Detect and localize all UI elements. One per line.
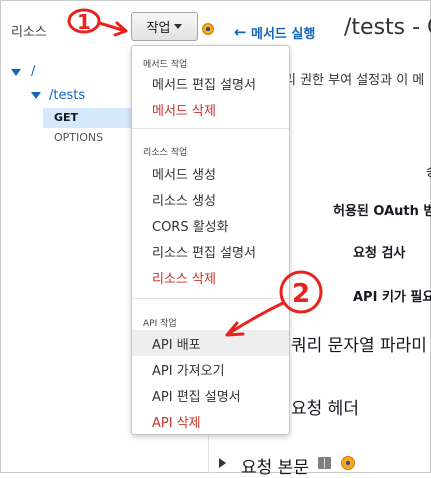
tree-item-tests[interactable]: /tests [49, 88, 85, 103]
annotation-circle-1 [67, 8, 101, 34]
actions-button[interactable]: 작업 [131, 12, 198, 41]
page-title: /tests - G [344, 15, 431, 40]
menu-item-create-resource[interactable]: 리소스 생성 [152, 190, 216, 209]
oauth-scopes-label: 허용된 OAuth 범 [333, 204, 431, 219]
annotation-arrow-1 [97, 21, 127, 33]
authorization-label: 승 [426, 161, 431, 180]
tree-item-root[interactable]: / [31, 64, 35, 79]
request-headers-section[interactable]: 요청 헤더 [291, 394, 359, 419]
help-info-icon[interactable] [202, 23, 214, 35]
menu-header-api: API 작업 [143, 319, 177, 329]
menu-divider [132, 298, 289, 299]
resources-panel-title: 리소스 [11, 25, 47, 40]
chevron-right-icon[interactable] [219, 458, 226, 468]
menu-item-delete-method[interactable]: 메서드 삭제 [152, 100, 216, 119]
menu-item-edit-resource-docs[interactable]: 리소스 편집 설명서 [152, 242, 256, 261]
book-icon [318, 457, 331, 469]
menu-item-delete-api[interactable]: API 삭제 [152, 412, 201, 431]
menu-header-method: 메서드 작업 [143, 60, 188, 70]
tree-item-options[interactable]: OPTIONS [54, 131, 103, 144]
request-validator-label: 요청 검사 [353, 246, 406, 261]
actions-dropdown-menu: 메서드 작업 메서드 편집 설명서 메서드 삭제 리소스 작업 메서드 생성 리… [131, 45, 290, 435]
menu-item-edit-api-docs[interactable]: API 편집 설명서 [152, 386, 241, 405]
menu-header-resource: 리소스 작업 [143, 148, 188, 158]
chevron-down-icon [174, 24, 183, 29]
query-params-section[interactable]: 쿼리 문자열 파라미 [291, 331, 427, 356]
menu-item-delete-resource[interactable]: 리소스 삭제 [152, 268, 216, 287]
actions-button-label: 작업 [146, 21, 171, 36]
back-arrow-icon[interactable]: ← [234, 23, 247, 41]
help-info-icon-2[interactable] [341, 456, 355, 470]
menu-item-create-method[interactable]: 메서드 생성 [152, 164, 216, 183]
annotation-arrowhead-1 [113, 21, 128, 37]
menu-item-edit-method-docs[interactable]: 메서드 편집 설명서 [152, 74, 256, 93]
expand-tests-icon[interactable] [31, 92, 41, 99]
menu-item-deploy-api[interactable]: API 배포 [152, 334, 201, 353]
request-body-section[interactable]: 요청 본문 [241, 453, 309, 478]
annotation-number-2: 2 [292, 279, 310, 309]
tree-item-get-label[interactable]: GET [54, 111, 78, 124]
menu-item-enable-cors[interactable]: CORS 활성화 [152, 216, 229, 235]
expand-root-icon[interactable] [11, 69, 21, 76]
menu-divider [132, 128, 289, 129]
annotation-number-1: 1 [77, 10, 91, 34]
menu-item-import-api[interactable]: API 가져오기 [152, 360, 225, 379]
api-key-required-label: API 키가 필요 [353, 290, 431, 305]
method-description-text: 리 권한 부여 설정과 이 메 [284, 73, 425, 88]
method-execution-link[interactable]: 메서드 실행 [251, 23, 315, 42]
